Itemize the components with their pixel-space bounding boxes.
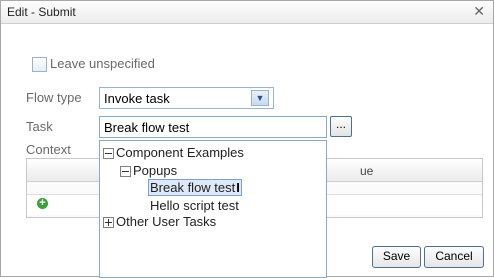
- tree-node-component-examples[interactable]: Component Examples: [116, 145, 244, 160]
- task-input[interactable]: Break flow test: [99, 116, 327, 138]
- tree-node-popups[interactable]: Popups: [133, 163, 177, 178]
- cancel-button[interactable]: Cancel: [424, 246, 484, 268]
- chevron-down-icon[interactable]: ▼: [251, 90, 269, 106]
- flow-type-value: Invoke task: [104, 91, 170, 106]
- collapse-icon[interactable]: [120, 166, 131, 177]
- context-label: Context: [26, 142, 71, 157]
- dialog-title: Edit - Submit: [7, 5, 76, 19]
- collapse-icon[interactable]: [103, 148, 114, 159]
- text-cursor-icon: I: [236, 180, 240, 195]
- tree-node-hello-script-test[interactable]: Hello script test: [150, 198, 239, 213]
- flow-type-select[interactable]: Invoke task ▼: [99, 87, 274, 109]
- expand-icon[interactable]: [103, 217, 114, 228]
- flow-type-label: Flow type: [26, 90, 82, 105]
- task-label: Task: [26, 119, 53, 134]
- task-tree-dropdown: Component Examples Popups Break flow tes…: [99, 140, 327, 278]
- tree-node-break-flow-test[interactable]: Break flow testI: [148, 179, 242, 196]
- value-column-header: ue: [360, 164, 374, 178]
- leave-unspecified-label: Leave unspecified: [50, 56, 155, 71]
- task-input-value: Break flow test: [104, 120, 190, 135]
- dialog-titlebar[interactable]: Edit - Submit ✕: [1, 1, 493, 24]
- leave-unspecified-checkbox[interactable]: [32, 57, 47, 72]
- close-icon[interactable]: ✕: [473, 3, 485, 20]
- browse-task-button[interactable]: ...: [330, 116, 352, 137]
- tree-node-break-flow-test-label: Break flow test: [150, 180, 236, 195]
- add-row-icon[interactable]: +: [37, 198, 48, 209]
- tree-node-other-user-tasks[interactable]: Other User Tasks: [116, 214, 216, 229]
- edit-submit-dialog: Edit - Submit ✕ Leave unspecified Flow t…: [0, 0, 494, 278]
- save-button[interactable]: Save: [372, 246, 421, 268]
